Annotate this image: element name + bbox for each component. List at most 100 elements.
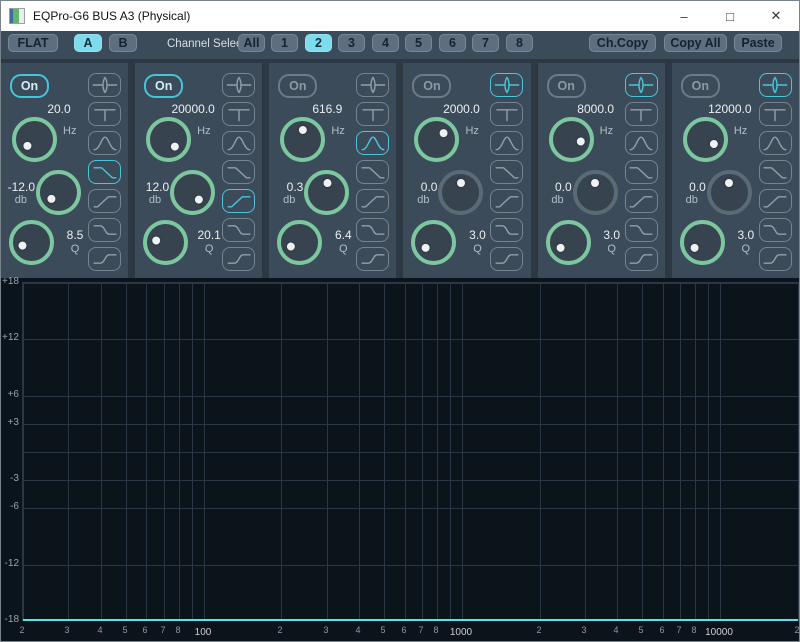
minimize-button[interactable]: – [661, 1, 707, 31]
band1-filter-peak-button[interactable] [88, 73, 121, 97]
band2-filter-shelf-up-button[interactable] [222, 247, 255, 271]
band3-gain-knob[interactable] [304, 170, 349, 215]
band5-filter-notch-button[interactable] [625, 102, 658, 126]
channel-button-5[interactable]: 5 [405, 34, 432, 52]
band4-filter-shelf-down-button[interactable] [490, 218, 523, 242]
knob-indicator-dot [323, 179, 331, 187]
band1-filter-shelf-up-button[interactable] [88, 247, 121, 271]
band1-filter-notch-button[interactable] [88, 102, 121, 126]
band3-freq-knob[interactable] [280, 117, 325, 162]
band5-filter-bandpass-button[interactable] [625, 131, 658, 155]
band6-freq-knob[interactable] [683, 117, 728, 162]
band3-filter-shelf-down-button[interactable] [356, 218, 389, 242]
band1-filter-highpass-button[interactable] [88, 189, 121, 213]
band5-filter-shelf-up-button[interactable] [625, 247, 658, 271]
band5-filter-highpass-button[interactable] [625, 189, 658, 213]
band6-filter-highpass-button[interactable] [759, 189, 792, 213]
band4-freq-knob[interactable] [414, 117, 459, 162]
titlebar[interactable]: EQPro-G6 BUS A3 (Physical) – □ ✕ [1, 1, 799, 31]
band3-filter-highpass-button[interactable] [356, 189, 389, 213]
band2-gain-knob[interactable] [170, 170, 215, 215]
band2-gain-value: 12.0 [135, 180, 169, 194]
band5-filter-peak-button[interactable] [625, 73, 658, 97]
band4-filter-lowpass-button[interactable] [490, 160, 523, 184]
db-tick-label: -12 [1, 558, 19, 569]
band5-gain-knob[interactable] [573, 170, 618, 215]
bandpass-icon [225, 133, 253, 153]
channel-button-3[interactable]: 3 [338, 34, 365, 52]
band4-frequency-unit: Hz [465, 125, 478, 137]
channel-button-all[interactable]: All [238, 34, 265, 52]
band5-q-knob[interactable] [546, 220, 591, 265]
channel-button-7[interactable]: 7 [472, 34, 499, 52]
band6-filter-notch-button[interactable] [759, 102, 792, 126]
band2-filter-shelf-down-button[interactable] [222, 218, 255, 242]
band2-q-knob[interactable] [143, 220, 188, 265]
band3-filter-lowpass-button[interactable] [356, 160, 389, 184]
band2-freq-knob[interactable] [146, 117, 191, 162]
channel-button-4[interactable]: 4 [372, 34, 399, 52]
copy-all-button[interactable]: Copy All [664, 34, 727, 52]
band3-on-button[interactable]: On [278, 74, 317, 98]
channel-button-1[interactable]: 1 [271, 34, 298, 52]
notch-icon [91, 104, 119, 124]
knob-indicator-dot [46, 194, 57, 205]
band3-q-knob[interactable] [277, 220, 322, 265]
shelf-up-icon [761, 249, 789, 269]
window-controls: – □ ✕ [661, 1, 799, 31]
band4-on-button[interactable]: On [412, 74, 451, 98]
band5-on-button[interactable]: On [547, 74, 586, 98]
band6-filter-shelf-down-button[interactable] [759, 218, 792, 242]
band3-filter-bandpass-button[interactable] [356, 131, 389, 155]
band3-filter-peak-button[interactable] [356, 73, 389, 97]
band2-filter-peak-button[interactable] [222, 73, 255, 97]
band4-filter-bandpass-button[interactable] [490, 131, 523, 155]
channel-button-6[interactable]: 6 [439, 34, 466, 52]
band6-gain-value: 0.0 [672, 180, 706, 194]
band2-filter-notch-button[interactable] [222, 102, 255, 126]
band2-filter-lowpass-button[interactable] [222, 160, 255, 184]
memory-a-button[interactable]: A [74, 34, 102, 52]
band4-filter-peak-button[interactable] [490, 73, 523, 97]
band6-filter-bandpass-button[interactable] [759, 131, 792, 155]
band6-filter-shelf-up-button[interactable] [759, 247, 792, 271]
band5-filter-lowpass-button[interactable] [625, 160, 658, 184]
band4-gain-knob[interactable] [438, 170, 483, 215]
band4-filter-shelf-up-button[interactable] [490, 247, 523, 271]
close-button[interactable]: ✕ [753, 1, 799, 31]
band4-filter-notch-button[interactable] [490, 102, 523, 126]
notch-icon [761, 104, 789, 124]
band6-gain-knob[interactable] [707, 170, 752, 215]
band4-q-knob[interactable] [411, 220, 456, 265]
band1-filter-bandpass-button[interactable] [88, 131, 121, 155]
memory-b-button[interactable]: B [109, 34, 137, 52]
plot-area[interactable] [22, 282, 799, 621]
band6-q-knob[interactable] [680, 220, 725, 265]
band3-filter-shelf-up-button[interactable] [356, 247, 389, 271]
channel-button-8[interactable]: 8 [506, 34, 533, 52]
ch-copy-button[interactable]: Ch.Copy [589, 34, 656, 52]
band5-filter-shelf-down-button[interactable] [625, 218, 658, 242]
band3-filter-notch-button[interactable] [356, 102, 389, 126]
band1-filter-shelf-down-button[interactable] [88, 218, 121, 242]
band1-on-button[interactable]: On [10, 74, 49, 98]
band4-filter-highpass-button[interactable] [490, 189, 523, 213]
paste-button[interactable]: Paste [734, 34, 782, 52]
band6-on-button[interactable]: On [681, 74, 720, 98]
band2-filter-highpass-button[interactable] [222, 189, 255, 213]
maximize-button[interactable]: □ [707, 1, 753, 31]
band6-filter-lowpass-button[interactable] [759, 160, 792, 184]
band6-strip: On 12000.0 Hz 0.0 db 3.0 Q [672, 63, 799, 278]
band1-gain-knob[interactable] [36, 170, 81, 215]
band1-q-knob[interactable] [9, 220, 54, 265]
band5-freq-knob[interactable] [549, 117, 594, 162]
channel-button-2[interactable]: 2 [305, 34, 332, 52]
band1-filter-lowpass-button[interactable] [88, 160, 121, 184]
band2-on-button[interactable]: On [144, 74, 183, 98]
peak-icon [225, 75, 253, 95]
flat-button[interactable]: FLAT [8, 34, 58, 52]
db-tick-label: +12 [1, 332, 19, 343]
band1-freq-knob[interactable] [12, 117, 57, 162]
band2-filter-bandpass-button[interactable] [222, 131, 255, 155]
band6-filter-peak-button[interactable] [759, 73, 792, 97]
